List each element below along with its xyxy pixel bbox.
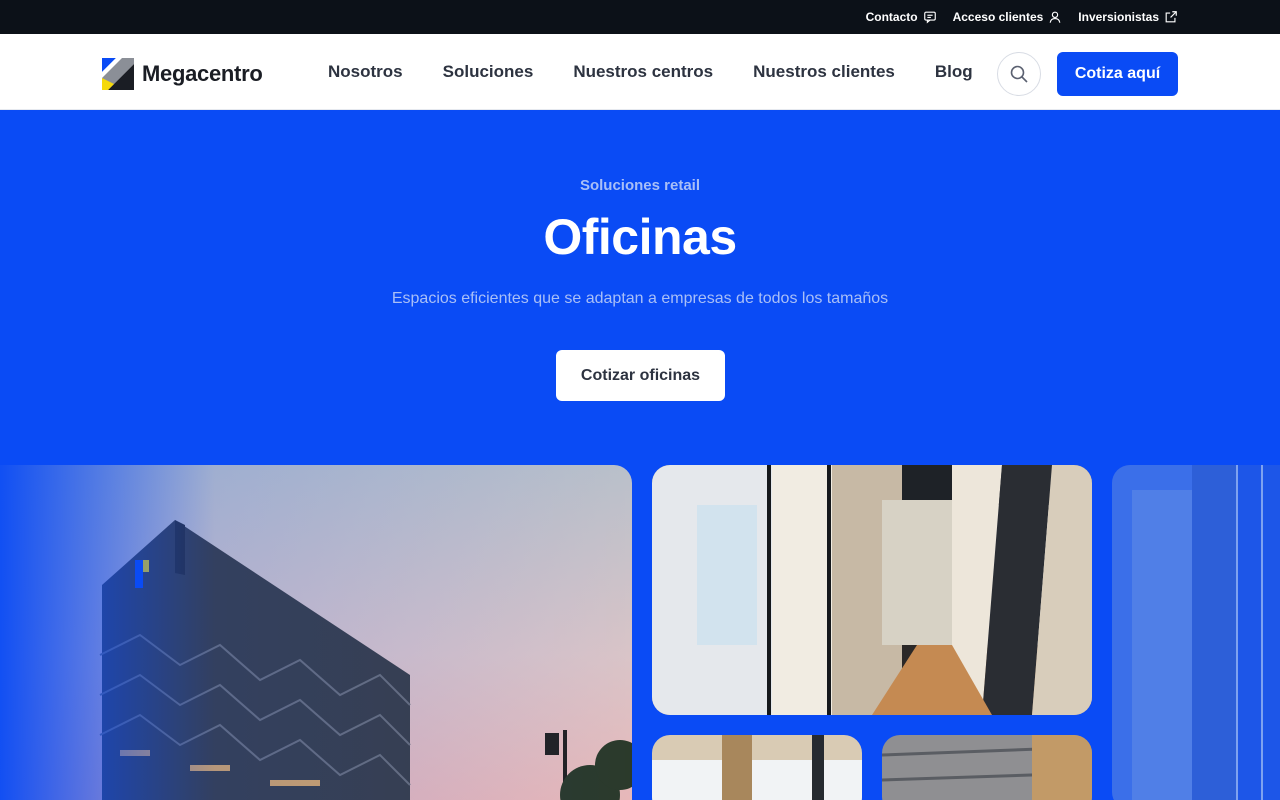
hero-section: Soluciones retail Oficinas Espacios efic… — [0, 110, 1280, 465]
office-photo-2 — [882, 735, 1092, 800]
contact-link[interactable]: Contacto — [866, 10, 937, 24]
contact-label: Contacto — [865, 10, 918, 24]
client-access-link[interactable]: Acceso clientes — [953, 10, 1063, 24]
nav-item-blog[interactable]: Blog — [915, 62, 993, 82]
nav-item-nosotros[interactable]: Nosotros — [308, 62, 423, 82]
search-icon — [1010, 65, 1028, 83]
client-access-label: Acceso clientes — [952, 10, 1044, 24]
main-navigation: Megacentro Nosotros Soluciones Nuestros … — [0, 34, 1280, 110]
utility-bar: Contacto Acceso clientes Inversionistas — [0, 0, 1280, 34]
hero-eyebrow: Soluciones retail — [579, 177, 701, 194]
search-button[interactable] — [997, 52, 1041, 96]
office-photo-1 — [652, 735, 862, 800]
nav-item-nuestros-centros[interactable]: Nuestros centros — [553, 62, 733, 82]
quote-offices-button[interactable]: Cotizar oficinas — [556, 350, 725, 401]
user-icon — [1049, 11, 1061, 23]
megacentro-logo-icon — [102, 58, 134, 90]
chat-icon — [923, 11, 936, 24]
nav-item-nuestros-clientes[interactable]: Nuestros clientes — [733, 62, 915, 82]
corridor-photo — [652, 465, 1092, 715]
building-photo — [0, 465, 632, 800]
glass-facade-photo — [1112, 465, 1280, 800]
nav-menu: Nosotros Soluciones Nuestros centros Nue… — [308, 34, 993, 110]
nav-item-soluciones[interactable]: Soluciones — [423, 62, 554, 82]
page-title: Oficinas — [543, 209, 737, 265]
investors-link[interactable]: Inversionistas — [1078, 10, 1178, 24]
quote-button[interactable]: Cotiza aquí — [1057, 52, 1178, 96]
logo[interactable]: Megacentro — [102, 58, 263, 90]
investors-label: Inversionistas — [1078, 10, 1159, 24]
external-link-icon — [1165, 11, 1177, 23]
logo-text: Megacentro — [142, 61, 263, 86]
hero-subtitle: Espacios eficientes que se adaptan a emp… — [391, 290, 889, 307]
